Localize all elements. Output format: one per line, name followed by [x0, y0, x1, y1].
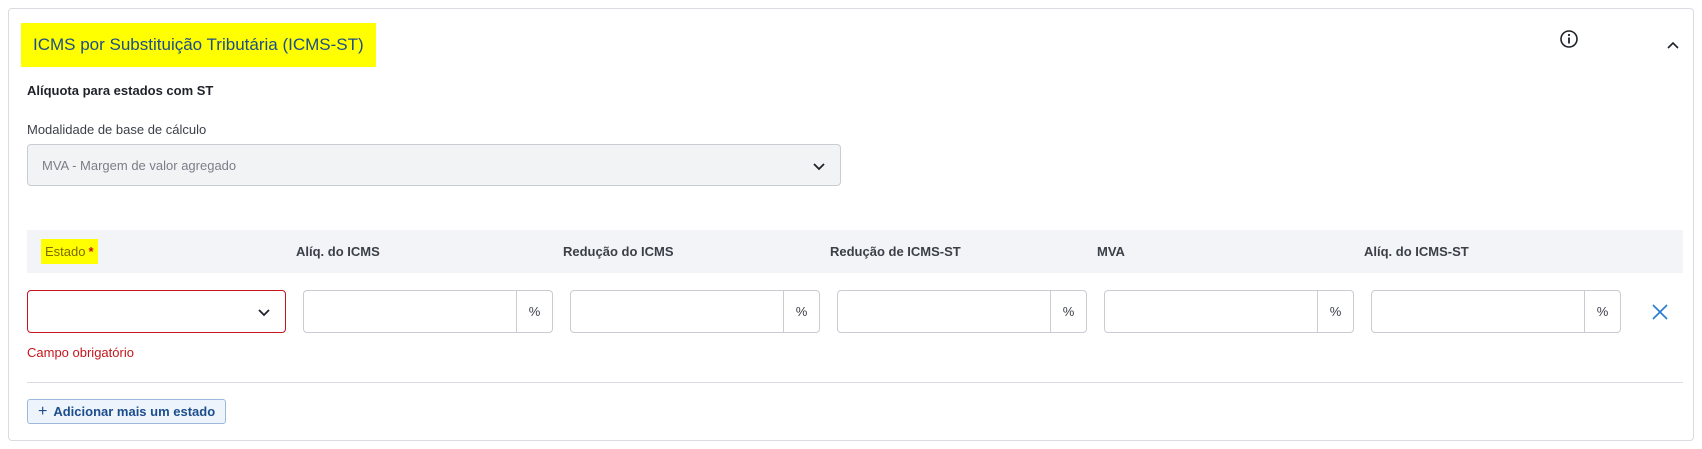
aliq-icms-input[interactable]	[304, 291, 516, 332]
mva-field: %	[1104, 290, 1354, 333]
modalidade-selected-value: MVA - Margem de valor agregado	[42, 157, 237, 173]
chevron-down-icon	[813, 163, 825, 171]
percent-suffix: %	[1317, 291, 1353, 332]
chevron-down-icon	[258, 309, 270, 317]
add-estado-label: Adicionar mais um estado	[53, 404, 216, 419]
header-mva: MVA	[1097, 244, 1125, 259]
percent-suffix: %	[783, 291, 819, 332]
percent-suffix: %	[1050, 291, 1086, 332]
estado-error-message: Campo obrigatório	[27, 345, 134, 360]
header-aliq-icms: Alíq. do ICMS	[296, 244, 380, 259]
subsection-title: Alíquota para estados com ST	[27, 83, 214, 98]
close-icon[interactable]	[1649, 301, 1671, 323]
percent-suffix: %	[516, 291, 552, 332]
header-reducao-icms-st: Redução de ICMS-ST	[830, 244, 961, 259]
modalidade-label: Modalidade de base de cálculo	[27, 122, 207, 137]
info-circle-icon[interactable]	[1559, 29, 1579, 49]
header-estado-label: Estado	[45, 244, 86, 259]
percent-suffix: %	[1584, 291, 1620, 332]
plus-icon: +	[38, 402, 48, 420]
header-estado: Estado *	[41, 239, 98, 264]
modalidade-select[interactable]: MVA - Margem de valor agregado	[27, 144, 841, 186]
header-aliq-icms-st: Alíq. do ICMS-ST	[1364, 244, 1469, 259]
reducao-icms-st-input[interactable]	[838, 291, 1050, 332]
required-marker: *	[88, 244, 94, 259]
estado-select[interactable]	[27, 290, 286, 333]
aliq-icms-st-field: %	[1371, 290, 1621, 333]
table-header: Estado * Alíq. do ICMS Redução do ICMS R…	[27, 230, 1683, 273]
add-estado-button[interactable]: + Adicionar mais um estado	[27, 399, 227, 424]
section-header: ICMS por Substituição Tributária (ICMS-S…	[21, 23, 376, 67]
aliq-icms-st-input[interactable]	[1372, 291, 1584, 332]
reducao-icms-field: %	[570, 290, 820, 333]
reducao-icms-input[interactable]	[571, 291, 783, 332]
reducao-icms-st-field: %	[837, 290, 1087, 333]
chevron-up-icon[interactable]	[1664, 37, 1682, 55]
divider	[27, 382, 1683, 383]
section-title: ICMS por Substituição Tributária (ICMS-S…	[33, 35, 364, 54]
header-reducao-icms: Redução do ICMS	[563, 244, 674, 259]
mva-input[interactable]	[1105, 291, 1317, 332]
aliq-icms-field: %	[303, 290, 553, 333]
icms-st-panel: ICMS por Substituição Tributária (ICMS-S…	[8, 8, 1694, 441]
